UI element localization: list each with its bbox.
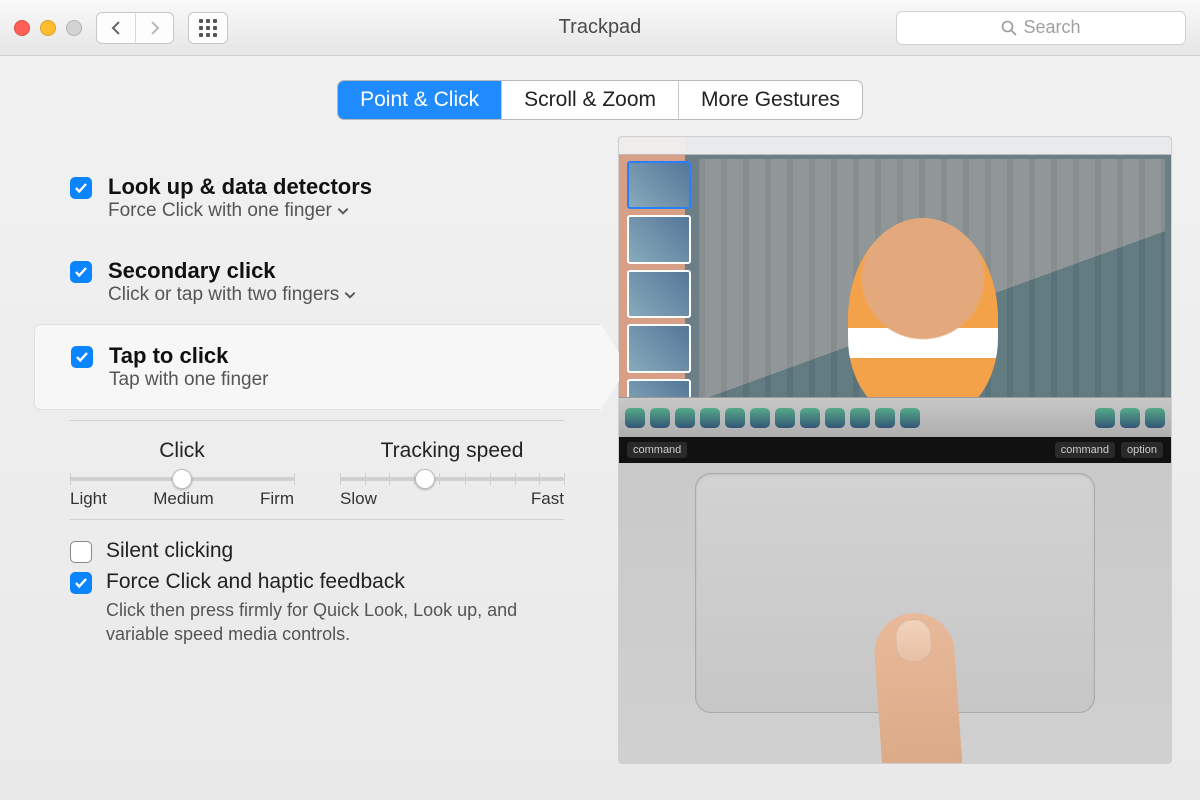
- content-area: Look up & data detectors Force Click wit…: [0, 120, 1200, 764]
- tab-scroll-and-zoom[interactable]: Scroll & Zoom: [501, 81, 678, 119]
- search-field[interactable]: Search: [896, 11, 1186, 45]
- checkbox-tap-to-click[interactable]: [71, 346, 93, 368]
- titlebar: Trackpad Search: [0, 0, 1200, 56]
- bottom-options: Silent clicking Force Click and haptic f…: [34, 538, 600, 647]
- preview-screen: [619, 137, 1171, 437]
- option-force-click[interactable]: Force Click and haptic feedback: [70, 569, 564, 594]
- click-slider[interactable]: [70, 477, 294, 481]
- divider: [70, 420, 564, 421]
- gesture-preview: command command option: [618, 136, 1172, 764]
- option-silent-clicking[interactable]: Silent clicking: [70, 538, 564, 563]
- checkbox-secondary-click[interactable]: [70, 261, 92, 283]
- checkbox-force-click[interactable]: [70, 572, 92, 594]
- close-window-button[interactable]: [14, 20, 30, 36]
- tracking-slider-label: Tracking speed: [340, 439, 564, 463]
- grid-icon: [199, 19, 217, 37]
- tracking-slider-thumb[interactable]: [415, 469, 435, 489]
- preview-thumbnails: [627, 161, 691, 427]
- back-button[interactable]: [97, 13, 135, 43]
- option-label: Silent clicking: [106, 539, 233, 563]
- sliders-row: Click Light Medium Firm Tracking speed: [34, 439, 600, 509]
- minimize-window-button[interactable]: [40, 20, 56, 36]
- option-label: Force Click and haptic feedback: [106, 570, 405, 594]
- divider: [70, 519, 564, 520]
- option-subtitle-dropdown[interactable]: Click or tap with two fingers: [108, 284, 357, 306]
- preview-photo: [699, 159, 1165, 429]
- tab-point-and-click[interactable]: Point & Click: [338, 81, 501, 119]
- tracking-slider-scale: Slow Fast: [340, 489, 564, 509]
- checkmark-icon: [74, 576, 88, 590]
- option-secondary-click[interactable]: Secondary click Click or tap with two fi…: [34, 240, 600, 324]
- show-all-button[interactable]: [188, 12, 228, 44]
- checkmark-icon: [75, 350, 89, 364]
- option-title: Look up & data detectors: [108, 174, 372, 200]
- checkmark-icon: [74, 265, 88, 279]
- search-placeholder: Search: [1023, 17, 1080, 38]
- option-title: Secondary click: [108, 258, 357, 284]
- force-click-description: Click then press firmly for Quick Look, …: [70, 598, 550, 647]
- checkbox-silent-clicking[interactable]: [70, 541, 92, 563]
- tab-more-gestures[interactable]: More Gestures: [678, 81, 862, 119]
- preview-column: command command option: [618, 136, 1178, 764]
- checkmark-icon: [74, 181, 88, 195]
- window-title: Trackpad: [559, 16, 642, 39]
- preview-trackpad-area: [619, 463, 1171, 763]
- click-slider-label: Click: [70, 439, 294, 463]
- chevron-down-icon: [343, 288, 357, 302]
- preview-dock: [619, 397, 1171, 437]
- nav-back-forward: [96, 12, 174, 44]
- search-icon: [1001, 20, 1017, 36]
- tracking-slider-block: Tracking speed Slow Fast: [340, 439, 564, 509]
- chevron-left-icon: [110, 20, 122, 36]
- option-lookup[interactable]: Look up & data detectors Force Click wit…: [34, 156, 600, 240]
- chevron-down-icon: [336, 204, 350, 218]
- tab-bar: Point & Click Scroll & Zoom More Gesture…: [0, 80, 1200, 120]
- option-title: Tap to click: [109, 343, 269, 369]
- traffic-lights: [14, 20, 82, 36]
- option-subtitle: Tap with one finger: [109, 369, 269, 391]
- options-column: Look up & data detectors Force Click wit…: [0, 136, 600, 764]
- zoom-window-button[interactable]: [66, 20, 82, 36]
- chevron-right-icon: [149, 20, 161, 36]
- option-list: Look up & data detectors Force Click wit…: [34, 156, 600, 410]
- checkbox-lookup[interactable]: [70, 177, 92, 199]
- option-subtitle-dropdown[interactable]: Force Click with one finger: [108, 200, 372, 222]
- preview-keyboard-row: command command option: [619, 437, 1171, 463]
- tracking-slider[interactable]: [340, 477, 564, 481]
- option-tap-to-click[interactable]: Tap to click Tap with one finger: [34, 324, 600, 410]
- click-slider-thumb[interactable]: [172, 469, 192, 489]
- click-slider-scale: Light Medium Firm: [70, 489, 294, 509]
- preview-menubar: [619, 137, 1171, 155]
- forward-button[interactable]: [135, 13, 173, 43]
- window-body: Point & Click Scroll & Zoom More Gesture…: [0, 56, 1200, 764]
- click-slider-block: Click Light Medium Firm: [70, 439, 294, 509]
